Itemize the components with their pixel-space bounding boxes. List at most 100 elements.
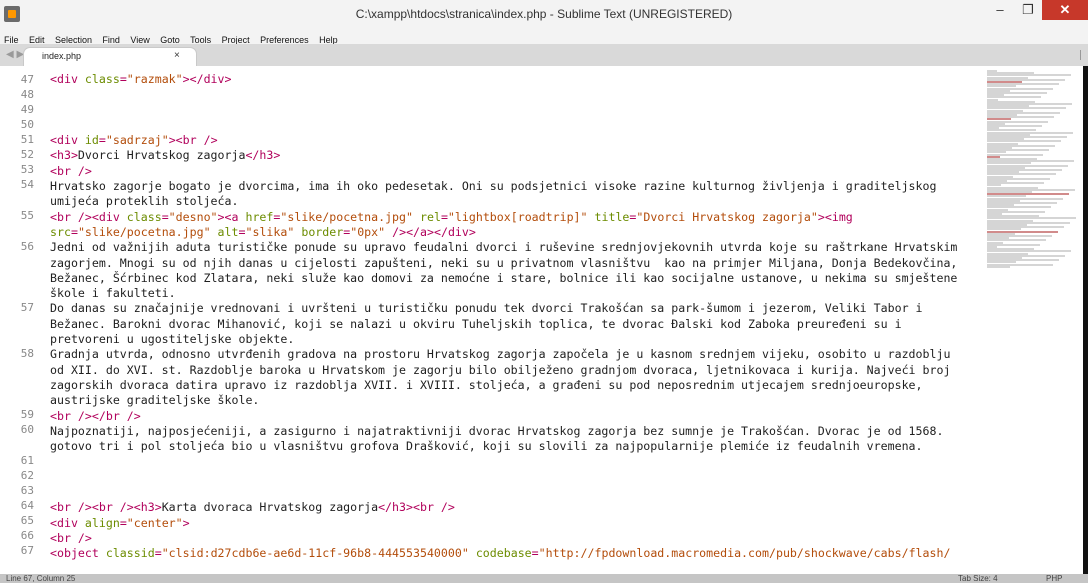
code-token: <h3> — [50, 148, 78, 163]
line-number: 61 — [20, 454, 34, 467]
code-token: </h3><br /> — [378, 500, 455, 515]
line-number: 57 — [20, 301, 34, 314]
tab-size-indicator[interactable]: Tab Size: 4 — [958, 574, 998, 583]
code-line[interactable]: <div class="razmak"></div> — [50, 72, 970, 87]
code-line[interactable]: <h3>Dvorci Hrvatskog zagorja</h3> — [50, 148, 970, 163]
code-token: href — [245, 209, 274, 224]
code-token: "0px" — [350, 224, 386, 239]
tab-index-php[interactable]: index.php × — [24, 48, 196, 66]
code-token: id — [84, 133, 99, 148]
line-number: 63 — [20, 484, 34, 497]
tab-label: index.php — [42, 51, 82, 61]
line-number: 67 — [20, 544, 34, 557]
code-token: classid — [105, 546, 155, 561]
code-token: <br /><div — [50, 209, 127, 224]
code-token: title — [594, 209, 630, 224]
code-token: Najpoznatiji, najposjećeniji, a zasigurn… — [50, 423, 951, 454]
line-number: 48 — [20, 88, 34, 101]
line-number: 58 — [20, 347, 34, 360]
code-token: <div — [50, 72, 85, 86]
code-token: alt — [217, 224, 239, 239]
code-token: "desno" — [168, 209, 218, 224]
code-line[interactable]: Jedni od važnijih aduta turističke ponud… — [50, 240, 970, 301]
code-line[interactable]: <object classid="clsid:d27cdb6e-ae6d-11c… — [50, 546, 970, 561]
line-number-gutter: 47 48 49 50 51 52 53 54 55 56 57 58 59 60 61 62 63 64 65 66… — [0, 72, 40, 558]
code-token: "http://fpdownload.macromedia.com/pub/sh… — [538, 546, 951, 561]
code-line[interactable] — [50, 103, 970, 118]
code-token: <br /> — [50, 530, 92, 545]
code-line[interactable]: <br /></br /> — [50, 409, 970, 424]
code-token: = — [531, 546, 539, 561]
line-number: 60 — [20, 423, 34, 436]
minimize-button[interactable]: – — [986, 0, 1014, 20]
code-token: = — [154, 546, 162, 561]
code-line[interactable]: <br /><br /><h3>Karta dvoraca Hrvatskog … — [50, 500, 970, 515]
code-token: Jedni od važnijih aduta turističke ponud… — [50, 240, 965, 301]
line-number: 55 — [20, 209, 34, 222]
code-line[interactable] — [50, 454, 970, 469]
code-token: = — [440, 209, 448, 224]
line-number: 59 — [20, 408, 34, 421]
code-token: Karta dvoraca Hrvatskog zagorja — [161, 500, 379, 515]
cursor-position: Line 67, Column 25 — [6, 574, 76, 583]
code-line[interactable] — [50, 485, 970, 500]
code-token: ><br /> — [168, 133, 218, 148]
code-token: class — [84, 72, 120, 86]
line-number: 56 — [20, 240, 34, 253]
menu-bar: File Edit Selection Find View Goto Tools… — [0, 30, 1088, 45]
syntax-indicator[interactable]: PHP — [1046, 574, 1062, 583]
minimap-line — [987, 265, 1010, 268]
code-token: "center" — [126, 515, 183, 530]
code-line[interactable] — [50, 87, 970, 102]
code-area[interactable]: <div class="razmak"></div> <div id="sadr… — [50, 72, 970, 562]
code-token: <div — [50, 133, 85, 148]
code-line[interactable]: <div align="center"> — [50, 516, 970, 531]
code-token: = — [161, 209, 169, 224]
vertical-scrollbar[interactable] — [1083, 66, 1088, 574]
code-token: "Dvorci Hrvatskog zagorja" — [636, 209, 818, 224]
code-token: = — [98, 133, 106, 148]
tab-nav-arrows-icon[interactable]: ◀ ▶ — [6, 49, 24, 60]
line-number: 54 — [20, 178, 34, 191]
code-token: = — [70, 224, 78, 239]
code-token: <br /> — [50, 163, 92, 178]
code-token: src — [50, 224, 71, 239]
maximize-button[interactable]: ❐ — [1014, 0, 1042, 20]
code-token: Hrvatsko zagorje bogato je dvorcima, ima… — [50, 179, 944, 209]
code-line[interactable]: Gradnja utvrda, odnosno utvrđenih gradov… — [50, 347, 970, 408]
tab-close-icon[interactable]: × — [174, 50, 180, 61]
code-token: "razmak" — [126, 72, 183, 86]
sublime-app-icon[interactable] — [4, 6, 20, 22]
code-line[interactable]: <div id="sadrzaj"><br /> — [50, 133, 970, 148]
code-token: "slike/pocetna.jpg" — [280, 209, 413, 224]
code-editor[interactable]: 47 48 49 50 51 52 53 54 55 56 57 58 59 60 61 62 63 64 65 66… — [0, 66, 978, 574]
code-line[interactable]: Hrvatsko zagorje bogato je dvorcima, ima… — [50, 179, 970, 210]
window-title: C:\xampp\htdocs\stranica\index.php - Sub… — [355, 7, 733, 21]
code-line[interactable]: <br /> — [50, 164, 970, 179]
code-token: ></div> — [182, 72, 232, 86]
tab-overflow-icon[interactable] — [1080, 50, 1087, 60]
tab-bar: ◀ ▶ index.php × — [0, 44, 1088, 66]
line-number: 47 — [20, 73, 34, 86]
code-token: <br /><br /><h3> — [50, 500, 162, 515]
code-line[interactable]: Do danas su značajnije vrednovani i uvrš… — [50, 301, 970, 347]
code-token: border — [301, 224, 344, 239]
code-line[interactable] — [50, 118, 970, 133]
code-line[interactable]: Najpoznatiji, najposjećeniji, a zasigurn… — [50, 424, 970, 455]
code-line[interactable]: <br /><div class="desno"><a href="slike/… — [50, 210, 970, 241]
code-token: <br /></br /> — [50, 408, 141, 423]
code-token: class — [126, 209, 162, 224]
code-line[interactable]: <br /> — [50, 531, 970, 546]
code-token: </h3> — [245, 148, 281, 163]
code-token: ><img — [817, 209, 860, 224]
code-line[interactable] — [50, 470, 970, 485]
minimap[interactable] — [985, 66, 1083, 574]
line-number: 65 — [20, 514, 34, 527]
code-token: <object — [50, 546, 106, 561]
close-button[interactable]: ✕ — [1042, 0, 1088, 20]
code-token: = — [119, 515, 127, 530]
code-token: "clsid:d27cdb6e-ae6d-11cf-96b8-444553540… — [161, 546, 469, 561]
